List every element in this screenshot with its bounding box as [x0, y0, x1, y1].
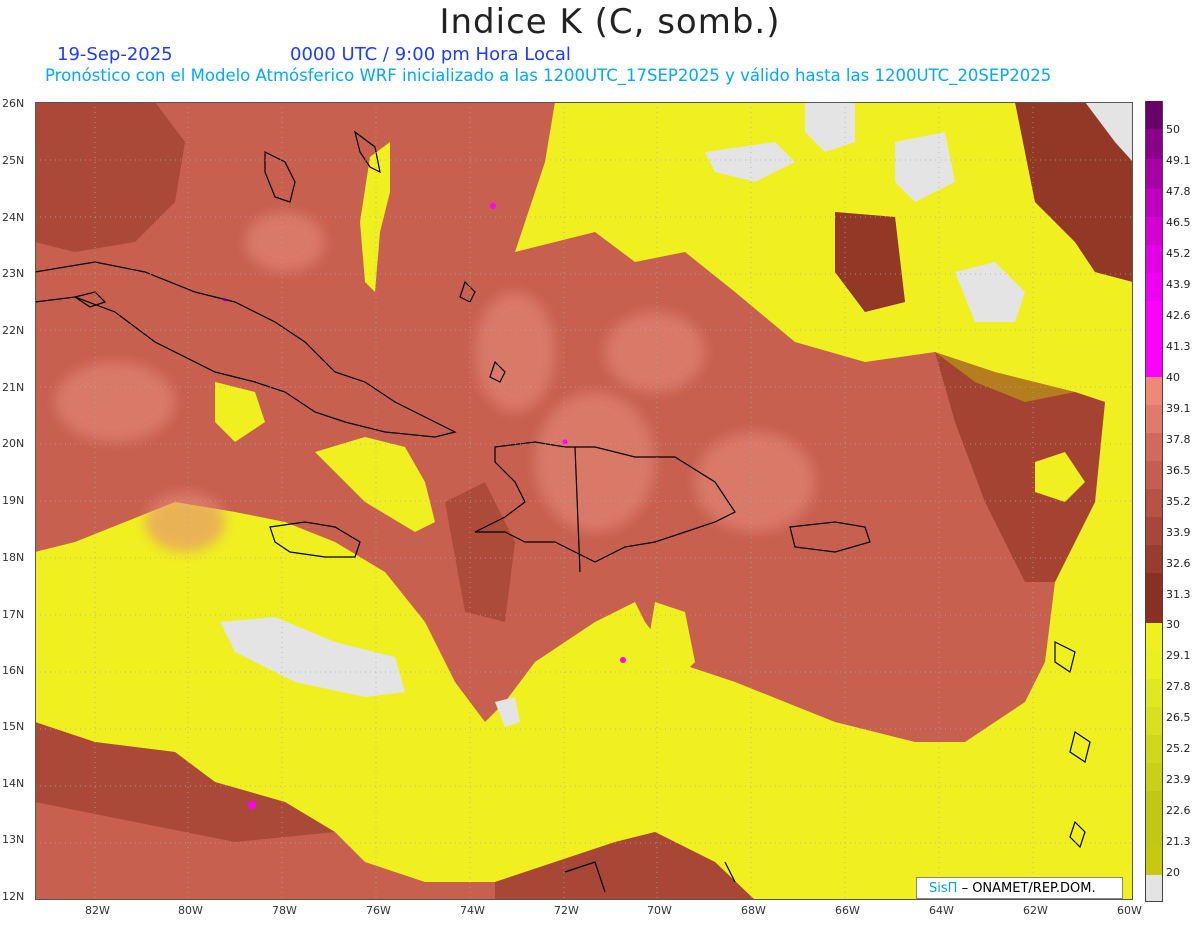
- colorbar-swatch: [1145, 679, 1163, 707]
- colorbar-swatch: [1145, 273, 1163, 301]
- model-subtitle: Pronóstico con el Modelo Atmósferico WRF…: [45, 66, 1052, 85]
- colorbar-swatch: [1145, 101, 1163, 129]
- lon-label-66w: 66W: [835, 904, 860, 917]
- colorbar-label: 40: [1166, 371, 1180, 384]
- lon-label-82w: 82W: [85, 904, 110, 917]
- colorbar-swatch: [1145, 461, 1163, 489]
- colorbar-swatch: [1145, 763, 1163, 791]
- colorbar-swatch: [1145, 377, 1163, 405]
- colorbar-swatch: [1145, 875, 1163, 902]
- colorbar-label: 26.5: [1166, 711, 1191, 724]
- colorbar-swatch: [1145, 301, 1163, 329]
- colorbar-swatch: [1145, 217, 1163, 245]
- forecast-date: 19-Sep-2025: [57, 44, 173, 65]
- forecast-time: 0000 UTC / 9:00 pm Hora Local: [290, 44, 571, 65]
- lat-label-26n: 26N: [2, 97, 25, 110]
- colorbar-label: 41.3: [1166, 340, 1191, 353]
- lon-label-70w: 70W: [647, 904, 672, 917]
- colorbar-label: 27.8: [1166, 680, 1191, 693]
- colorbar-swatch: [1145, 405, 1163, 433]
- colorbar-label: 20: [1166, 866, 1180, 879]
- colorbar-swatch: [1145, 707, 1163, 735]
- k-index-field: [35, 102, 1133, 900]
- colorbar-label: 22.6: [1166, 804, 1191, 817]
- colorbar-swatch: [1145, 517, 1163, 545]
- colorbar-swatch: [1145, 573, 1163, 623]
- colorbar-label: 49.1: [1166, 154, 1191, 167]
- colorbar-swatch: [1145, 735, 1163, 763]
- colorbar-label: 39.1: [1166, 402, 1191, 415]
- colorbar-label: 42.6: [1166, 309, 1191, 322]
- lat-label-17n: 17N: [2, 608, 25, 621]
- colorbar-label: 37.8: [1166, 433, 1191, 446]
- lon-label-60w: 60W: [1117, 904, 1142, 917]
- lon-label-68w: 68W: [741, 904, 766, 917]
- credit-box: SisΠ – ONAMET/REP.DOM.: [916, 877, 1123, 899]
- colorbar-swatch: [1145, 129, 1163, 159]
- lat-label-15n: 15N: [2, 720, 25, 733]
- colorbar-label: 33.9: [1166, 526, 1191, 539]
- lon-label-72w: 72W: [554, 904, 579, 917]
- colorbar-swatch: [1145, 159, 1163, 189]
- lat-label-16n: 16N: [2, 664, 25, 677]
- colorbar-label: 36.5: [1166, 464, 1191, 477]
- colorbar-swatch: [1145, 847, 1163, 875]
- colorbar-label: 25.2: [1166, 742, 1191, 755]
- lon-label-62w: 62W: [1023, 904, 1048, 917]
- lon-label-78w: 78W: [272, 904, 297, 917]
- sispi-logo: SisΠ: [929, 881, 958, 896]
- credit-text: – ONAMET/REP.DOM.: [961, 881, 1096, 896]
- colorbar-swatch: [1145, 791, 1163, 819]
- lon-label-80w: 80W: [178, 904, 203, 917]
- colorbar-label: 21.3: [1166, 835, 1191, 848]
- colorbar-label: 23.9: [1166, 773, 1191, 786]
- colorbar-label: 46.5: [1166, 216, 1191, 229]
- colorbar-label: 32.6: [1166, 557, 1191, 570]
- lat-label-21n: 21N: [2, 381, 25, 394]
- colorbar-swatch: [1145, 489, 1163, 517]
- colorbar-label: 35.2: [1166, 495, 1191, 508]
- lat-label-25n: 25N: [2, 154, 25, 167]
- lon-label-76w: 76W: [366, 904, 391, 917]
- lat-label-24n: 24N: [2, 211, 25, 224]
- colorbar-swatch: [1145, 433, 1163, 461]
- colorbar-label: 43.9: [1166, 278, 1191, 291]
- lon-label-74w: 74W: [460, 904, 485, 917]
- colorbar-label: 30: [1166, 618, 1180, 631]
- colorbar-label: 50: [1166, 123, 1180, 136]
- colorbar-swatch: [1145, 623, 1163, 651]
- chart-title: Indice K (C, somb.): [439, 2, 781, 42]
- colorbar-label: 29.1: [1166, 649, 1191, 662]
- colorbar-swatch: [1145, 329, 1163, 377]
- colorbar-swatch: [1145, 189, 1163, 217]
- lat-label-22n: 22N: [2, 324, 25, 337]
- lat-label-14n: 14N: [2, 777, 25, 790]
- colorbar-swatch: [1145, 819, 1163, 847]
- map-panel[interactable]: [35, 102, 1133, 900]
- colorbar-label: 31.3: [1166, 588, 1191, 601]
- lon-label-64w: 64W: [929, 904, 954, 917]
- colorbar-swatch: [1145, 245, 1163, 273]
- colorbar-label: 47.8: [1166, 185, 1191, 198]
- lat-label-23n: 23N: [2, 267, 25, 280]
- lat-label-13n: 13N: [2, 833, 25, 846]
- colorbar-swatch: [1145, 545, 1163, 573]
- lat-label-19n: 19N: [2, 494, 25, 507]
- lat-label-12n: 12N: [2, 890, 25, 903]
- colorbar-label: 45.2: [1166, 247, 1191, 260]
- lat-label-18n: 18N: [2, 551, 25, 564]
- lat-label-20n: 20N: [2, 437, 25, 450]
- colorbar-swatch: [1145, 651, 1163, 679]
